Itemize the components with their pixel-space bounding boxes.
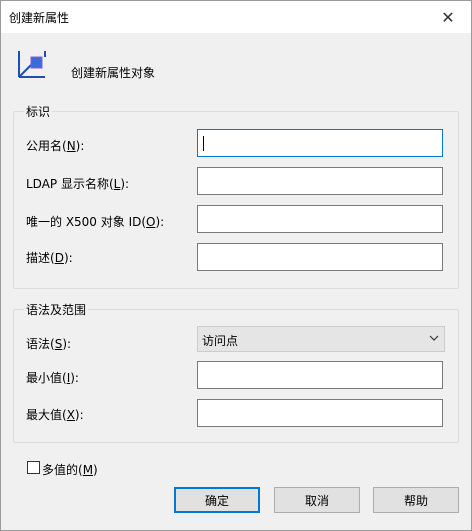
x500-oid-input[interactable] xyxy=(197,205,443,233)
description-input[interactable] xyxy=(197,243,443,271)
cancel-button[interactable]: 取消 xyxy=(274,487,360,513)
multivalued-checkbox[interactable] xyxy=(27,461,40,474)
min-value-label: 最小值(I): xyxy=(26,371,79,385)
identity-group-legend: 标识 xyxy=(24,103,53,120)
x500-oid-label: 唯一的 X500 对象 ID(O): xyxy=(26,215,165,229)
syntax-label: 语法(S): xyxy=(26,337,72,351)
multivalued-label[interactable]: 多值的(M) xyxy=(42,461,98,478)
header-text: 创建新属性对象 xyxy=(71,66,156,80)
title-bar: 创建新属性 ✕ xyxy=(1,1,471,33)
common-name-input[interactable] xyxy=(197,129,443,157)
description-label: 描述(D): xyxy=(26,251,73,265)
common-name-label: 公用名(N): xyxy=(26,139,85,153)
min-value-input[interactable] xyxy=(197,361,443,389)
ok-button[interactable]: 确定 xyxy=(174,487,260,513)
ldap-display-name-input[interactable] xyxy=(197,167,443,195)
max-value-input[interactable] xyxy=(197,399,443,427)
chevron-down-icon xyxy=(429,335,439,341)
syntax-selected-value: 访问点 xyxy=(202,334,239,348)
ldap-display-name-label: LDAP 显示名称(L): xyxy=(26,177,130,191)
create-attribute-dialog: 创建新属性 ✕ 创建新属性对象 标识 公用名(N): LDAP 显示名称(L):… xyxy=(0,0,472,531)
max-value-label: 最大值(X): xyxy=(26,408,84,422)
close-button[interactable]: ✕ xyxy=(425,1,471,33)
help-button[interactable]: 帮助 xyxy=(373,487,459,513)
window-title: 创建新属性 xyxy=(9,11,70,25)
syntax-select[interactable]: 访问点 xyxy=(197,326,445,352)
attribute-icon xyxy=(18,51,46,78)
close-icon: ✕ xyxy=(441,7,455,27)
text-caret xyxy=(203,136,204,151)
syntax-range-group-legend: 语法及范围 xyxy=(24,301,89,318)
